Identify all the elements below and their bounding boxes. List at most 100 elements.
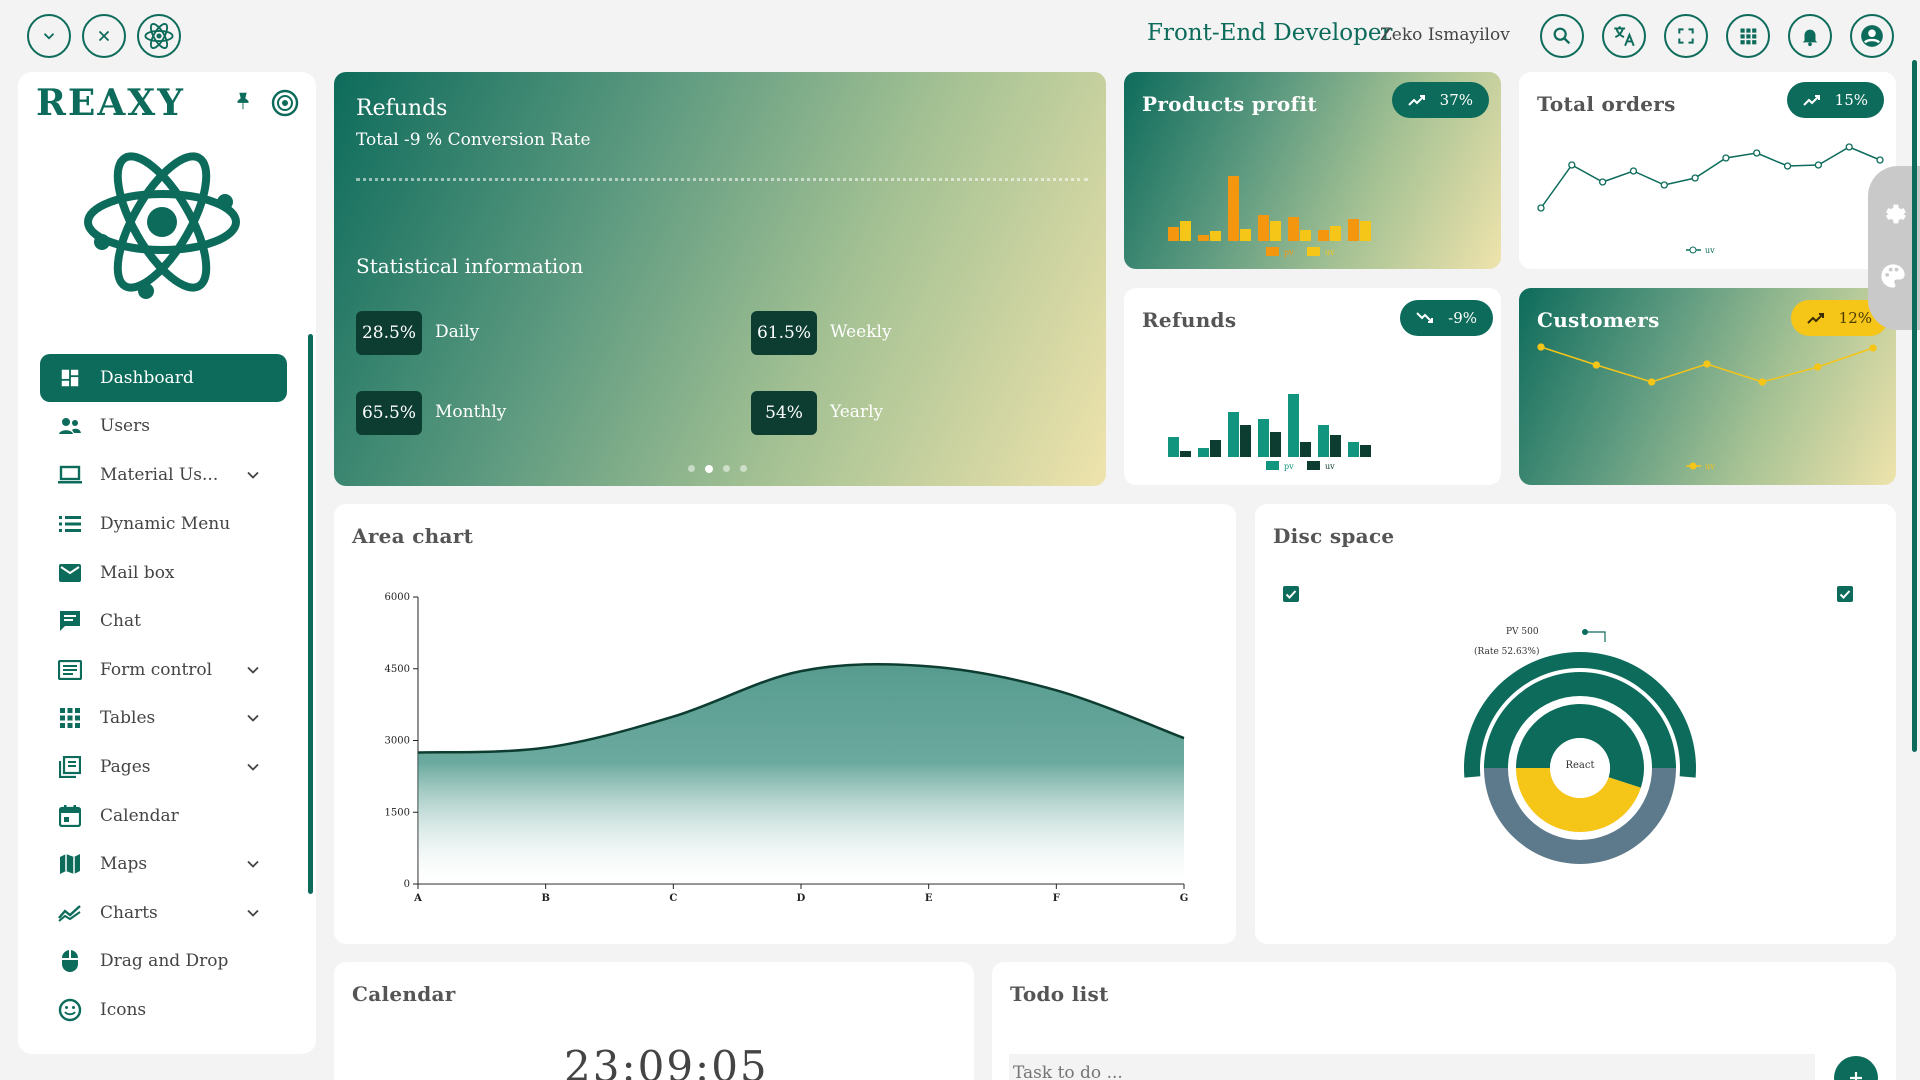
tooltip-label: PV 500 <box>1506 627 1539 637</box>
sidebar-scrollbar[interactable] <box>308 334 313 894</box>
carousel-dot[interactable] <box>688 465 695 472</box>
sidebar-item-label: Dynamic Menu <box>100 514 231 534</box>
stat-label-weekly: Weekly <box>830 322 892 342</box>
sidebar-item-drag-and-drop[interactable]: Drag and Drop <box>40 937 287 985</box>
banner-divider <box>356 178 1088 181</box>
calendar-card: Calendar 23:09:05 <box>334 962 974 1080</box>
legend-swatch-uv <box>1307 461 1320 470</box>
carousel-dot[interactable] <box>740 465 747 472</box>
page-scrollbar[interactable] <box>1912 60 1917 752</box>
notifications-button[interactable] <box>1788 14 1832 58</box>
users-icon <box>40 416 100 436</box>
sidebar-item-calendar[interactable]: Calendar <box>40 792 287 840</box>
apps-button[interactable] <box>1726 14 1770 58</box>
pin-icon[interactable] <box>232 88 254 114</box>
bar-pv <box>1228 176 1239 241</box>
customers-chart: uv <box>1537 343 1877 471</box>
sidebar-item-icons[interactable]: Icons <box>40 986 287 1034</box>
chevron-down-icon <box>247 909 259 917</box>
map-icon <box>40 853 100 875</box>
chevron-down-icon <box>247 471 259 479</box>
sidebar-item-users[interactable]: Users <box>40 402 287 450</box>
sidebar-item-mail-box[interactable]: Mail box <box>40 549 287 597</box>
carousel-dot-active[interactable] <box>705 465 713 473</box>
bar-pv <box>1258 419 1269 457</box>
total-orders-card: Total orders 15% uv <box>1519 72 1896 269</box>
bar-uv <box>1180 451 1191 457</box>
bar-uv <box>1240 425 1251 457</box>
sidebar-item-material-ui[interactable]: Material Us... <box>40 451 287 499</box>
refunds-banner-card: Refunds Total -9 % Conversion Rate Stati… <box>334 72 1106 486</box>
bar-pv <box>1348 219 1359 241</box>
sidebar-item-label: Calendar <box>100 806 179 826</box>
data-point <box>1629 167 1638 175</box>
atom-logo-icon <box>84 152 240 299</box>
stat-label-daily: Daily <box>435 322 480 342</box>
react-theme-button[interactable] <box>137 14 181 58</box>
sidebar-item-label: Material Us... <box>100 465 219 485</box>
sidebar-item-chat[interactable]: Chat <box>40 597 287 645</box>
bar-uv <box>1330 226 1341 241</box>
profile-button[interactable] <box>1850 14 1894 58</box>
bar-uv <box>1270 432 1281 457</box>
bar-uv <box>1180 221 1191 241</box>
todo-list-card: Todo list <box>992 962 1896 1080</box>
area-chart-card: Area chart 0 1500 3000 4500 6000 ABCDEFG <box>334 504 1236 944</box>
data-point <box>1703 360 1711 368</box>
sidebar-item-dynamic-menu[interactable]: Dynamic Menu <box>40 500 287 548</box>
bar-pv <box>1228 412 1239 457</box>
stat-value-weekly: 61.5% <box>751 311 817 355</box>
data-point <box>1568 161 1576 169</box>
gear-icon[interactable] <box>1879 200 1907 228</box>
bar-uv <box>1360 221 1371 241</box>
sidebar-item-form-control[interactable]: Form control <box>40 646 287 694</box>
bar-pv <box>1318 230 1329 241</box>
sidebar-item-label: Users <box>100 416 150 436</box>
sidebar-item-dashboard[interactable]: Dashboard <box>40 354 287 402</box>
sidebar-item-label: Icons <box>100 1000 147 1020</box>
sidebar-item-pages[interactable]: Pages <box>40 743 287 791</box>
stat-label-monthly: Monthly <box>435 402 507 422</box>
close-button[interactable] <box>82 14 126 58</box>
sidebar-item-charts[interactable]: Charts <box>40 889 287 937</box>
legend-uv: uv <box>1686 246 1715 255</box>
sidebar-item-label: Tables <box>100 708 156 728</box>
palette-icon[interactable] <box>1879 262 1907 290</box>
sidebar-item-maps[interactable]: Maps <box>40 840 287 888</box>
refunds-card: Refunds -9% pv uv <box>1124 288 1501 485</box>
bar-uv <box>1270 221 1281 241</box>
center-label: React <box>1565 760 1594 771</box>
statistics-heading: Statistical information <box>356 254 584 278</box>
data-point <box>1592 361 1600 369</box>
chat-icon <box>40 610 100 632</box>
bar-pv <box>1318 425 1329 457</box>
data-point <box>1845 143 1853 151</box>
chevron-down-icon <box>247 763 259 771</box>
carousel-dot[interactable] <box>723 465 730 472</box>
y-tick-label: 3000 <box>385 736 410 747</box>
apps-grid-icon <box>1740 28 1757 45</box>
data-point <box>1598 178 1607 186</box>
grid-icon <box>40 708 100 728</box>
chevron-down-icon <box>247 714 259 722</box>
clock-time: 23:09:05 <box>564 1042 769 1080</box>
calendar-icon <box>40 805 100 827</box>
bar-pv <box>1258 215 1269 241</box>
todo-input[interactable] <box>1009 1054 1815 1080</box>
x-tick-label: B <box>541 893 549 904</box>
radio-target-icon[interactable] <box>270 88 300 118</box>
x-tick-label: G <box>1180 893 1189 904</box>
add-todo-button[interactable] <box>1834 1056 1878 1080</box>
translate-button[interactable] <box>1602 14 1646 58</box>
fullscreen-button[interactable] <box>1664 14 1708 58</box>
mouse-icon <box>40 949 100 973</box>
search-button[interactable] <box>1540 14 1584 58</box>
chart-icon <box>40 904 100 922</box>
chevron-down-icon <box>247 860 259 868</box>
bar-pv <box>1168 227 1179 241</box>
fullscreen-icon <box>1678 28 1694 44</box>
sidebar-item-tables[interactable]: Tables <box>40 694 287 742</box>
user-name: Zeko Ismayilov <box>1380 25 1510 45</box>
data-point <box>1648 378 1656 386</box>
collapse-button[interactable] <box>27 14 71 58</box>
